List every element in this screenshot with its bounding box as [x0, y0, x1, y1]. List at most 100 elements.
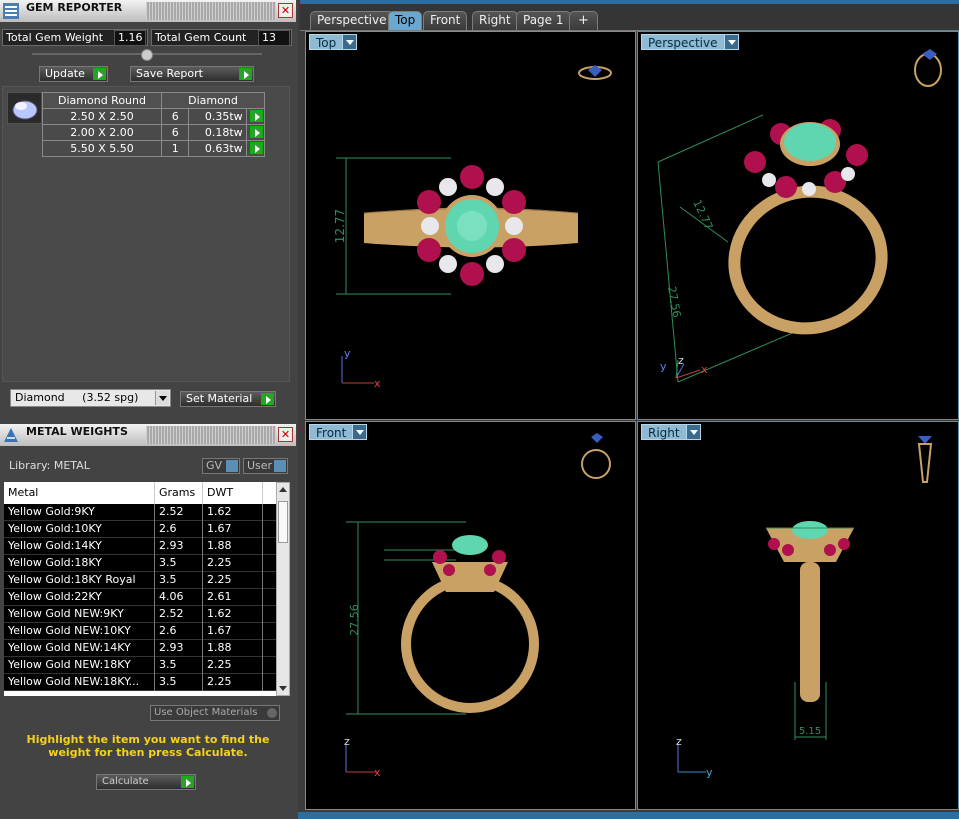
collapse-toggle-icon[interactable]: [141, 49, 153, 61]
table-row[interactable]: Yellow Gold:22KY 4.06 2.61: [4, 589, 276, 606]
update-button-label: Update: [45, 67, 85, 80]
close-icon[interactable]: ✕: [278, 3, 293, 18]
table-row[interactable]: Yellow Gold NEW:10KY 2.6 1.67: [4, 623, 276, 640]
metal-dwt-cell: 1.88: [203, 538, 263, 555]
dimension-label: 27.56: [665, 285, 683, 318]
calculate-button[interactable]: Calculate: [96, 774, 196, 790]
metal-grams-cell: 2.93: [155, 640, 203, 657]
gv-toggle[interactable]: GV: [202, 458, 240, 474]
tab-perspective[interactable]: Perspective: [310, 11, 394, 30]
viewport-front[interactable]: Front 27.56 z x: [305, 421, 636, 810]
dimension-label: 5.15: [799, 726, 821, 737]
gem-row-play-button[interactable]: [245, 140, 266, 157]
gv-label: GV: [206, 459, 223, 472]
metal-dwt-cell: 2.25: [203, 674, 263, 691]
axis-label: y: [344, 347, 351, 360]
metal-metal-cell: Yellow Gold NEW:14KY: [4, 640, 155, 657]
gem-reporter-titlebar: GEM REPORTER ✕: [0, 0, 296, 22]
axis-label: x: [374, 377, 381, 390]
table-row[interactable]: Yellow Gold:9KY 2.52 1.62: [4, 504, 276, 521]
gem-count: 6: [160, 124, 190, 141]
table-row[interactable]: Yellow Gold:18KY 3.5 2.25: [4, 555, 276, 572]
metal-grams-cell: 2.52: [155, 504, 203, 521]
left-panel: GEM REPORTER ✕ Total Gem Weight 1.16 Tot…: [0, 0, 298, 819]
metal-grams-cell: 2.6: [155, 623, 203, 640]
table-row[interactable]: Yellow Gold NEW:18KY 3.5 2.25: [4, 657, 276, 674]
set-material-button[interactable]: Set Material: [180, 391, 276, 407]
gem-weight: 0.18tw: [188, 124, 247, 141]
update-button[interactable]: Update: [39, 66, 108, 82]
gem-count: 1: [160, 140, 190, 157]
table-row[interactable]: 2.00 X 2.00 6 0.18tw: [42, 124, 266, 141]
dimension-label: 27.56: [348, 604, 361, 636]
tab-front[interactable]: Front: [423, 11, 468, 30]
metal-dwt-cell: 2.25: [203, 572, 263, 589]
set-material-button-label: Set Material: [186, 392, 253, 405]
table-row[interactable]: Yellow Gold NEW:18KY... 3.5 2.25: [4, 674, 276, 691]
play-icon: [250, 110, 263, 122]
axis-label: x: [701, 363, 708, 376]
col-metal[interactable]: Metal: [4, 482, 155, 504]
metal-dwt-cell: 1.88: [203, 640, 263, 657]
user-toggle[interactable]: User: [243, 458, 288, 474]
gem-reporter-title: GEM REPORTER: [26, 1, 123, 14]
gem-weight: 0.35tw: [188, 108, 247, 125]
metal-dwt-cell: 2.61: [203, 589, 263, 606]
right-view-render: 5.15 z y: [676, 436, 933, 779]
viewport-top[interactable]: Top 12.77 y x: [305, 31, 636, 420]
metal-grams-cell: 3.5: [155, 657, 203, 674]
metal-metal-cell: Yellow Gold:10KY: [4, 521, 155, 538]
metal-list-scrollbar[interactable]: [276, 482, 290, 696]
library-label: Library: METAL: [9, 459, 90, 472]
view-tabbar: Perspective Top Front Right Page 1 +: [300, 0, 959, 31]
col-dwt[interactable]: DWT: [203, 482, 263, 504]
scroll-down-icon[interactable]: [278, 685, 288, 693]
scroll-thumb[interactable]: [278, 501, 288, 543]
metal-dwt-cell: 2.25: [203, 657, 263, 674]
metal-metal-cell: Yellow Gold NEW:18KY: [4, 657, 155, 674]
scroll-up-icon[interactable]: [278, 485, 288, 493]
diamond-thumbnail-icon[interactable]: [7, 92, 42, 124]
metal-grams-cell: 2.93: [155, 538, 203, 555]
save-report-button-label: Save Report: [136, 67, 203, 80]
panel-grip[interactable]: [146, 2, 276, 20]
metal-metal-cell: Yellow Gold:18KY Royal: [4, 572, 155, 589]
save-report-button[interactable]: Save Report: [130, 66, 254, 82]
add-tab-button[interactable]: +: [569, 11, 598, 30]
metal-grams-cell: 3.5: [155, 555, 203, 572]
axis-label: y: [660, 360, 667, 373]
tab-top[interactable]: Top: [388, 11, 423, 30]
gem-count: 6: [160, 108, 190, 125]
dimension-label: 12.77: [690, 198, 715, 232]
front-view-render: 27.56 z x: [344, 433, 611, 779]
metal-metal-cell: Yellow Gold:14KY: [4, 538, 155, 555]
material-select[interactable]: Diamond (3.52 spg): [10, 389, 171, 407]
metal-metal-cell: Yellow Gold NEW:18KY...: [4, 674, 155, 691]
table-row[interactable]: 2.50 X 2.50 6 0.35tw: [42, 108, 266, 125]
metal-metal-cell: Yellow Gold:22KY: [4, 589, 155, 606]
table-row[interactable]: 5.50 X 5.50 1 0.63tw: [42, 140, 266, 157]
table-row[interactable]: Yellow Gold NEW:9KY 2.52 1.62: [4, 606, 276, 623]
table-row[interactable]: Yellow Gold:14KY 2.93 1.88: [4, 538, 276, 555]
metal-metal-cell: Yellow Gold NEW:10KY: [4, 623, 155, 640]
viewport-right[interactable]: Right 5.15 z y: [637, 421, 959, 810]
gem-row-play-button[interactable]: [245, 124, 266, 141]
close-icon[interactable]: ✕: [278, 427, 293, 442]
table-row[interactable]: Yellow Gold:10KY 2.6 1.67: [4, 521, 276, 538]
calculate-button-label: Calculate: [102, 776, 149, 787]
gem-row-play-button[interactable]: [245, 108, 266, 125]
panel-grip[interactable]: [146, 426, 276, 444]
metal-dwt-cell: 2.25: [203, 555, 263, 572]
viewport-perspective[interactable]: Perspective 12.77 27.56 y z x: [637, 31, 959, 420]
total-gem-weight-value: 1.16: [114, 30, 146, 46]
play-icon: [250, 126, 263, 138]
use-object-materials-toggle[interactable]: Use Object Materials: [150, 705, 280, 721]
table-row[interactable]: Yellow Gold:18KY Royal 3.5 2.25: [4, 572, 276, 589]
tab-right[interactable]: Right: [472, 11, 518, 30]
metal-metal-cell: Yellow Gold:18KY: [4, 555, 155, 572]
table-row[interactable]: Yellow Gold NEW:14KY 2.93 1.88: [4, 640, 276, 657]
col-grams[interactable]: Grams: [155, 482, 203, 504]
user-label: User: [247, 459, 273, 472]
gem-reporter-icon: [3, 3, 19, 19]
tab-page-1[interactable]: Page 1: [516, 11, 571, 30]
